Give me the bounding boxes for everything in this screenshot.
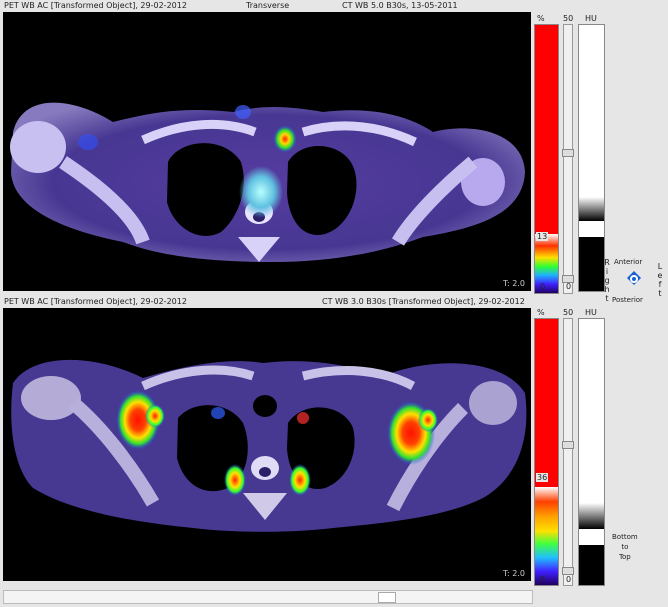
scrollbar-thumb[interactable]: [378, 592, 396, 603]
ct-hu-colorbar[interactable]: [578, 318, 605, 586]
pet-series-label: PET WB AC [Transformed Object], 29-02-20…: [4, 297, 187, 306]
pet-scale-unit: %: [537, 308, 545, 317]
slider-thumb[interactable]: [562, 149, 574, 157]
pet-colorbar[interactable]: [534, 24, 559, 294]
pet-scale-min: 0: [540, 282, 546, 291]
pet-threshold-value: 13: [536, 232, 549, 241]
fused-image-viewport-top[interactable]: T: 2.0: [3, 12, 531, 291]
pet-threshold-value: 36: [536, 473, 549, 482]
viewer-panel-top: PET WB AC [Transformed Object], 29-02-20…: [0, 0, 668, 296]
pet-window-slider[interactable]: [562, 24, 574, 294]
viewer-panel-bottom: PET WB AC [Transformed Object], 29-02-20…: [0, 296, 668, 588]
pet-window-slider[interactable]: [562, 318, 574, 586]
anterior-label: Anterior: [614, 258, 643, 266]
orientation-cube-icon[interactable]: [626, 270, 642, 286]
slider-min-label: 0: [566, 282, 572, 291]
slider-min-label: 0: [566, 575, 572, 584]
fused-pet-ct-image: [11, 359, 527, 532]
left-orientation-label: L e f t: [657, 262, 663, 298]
pet-colorbar[interactable]: [534, 318, 559, 586]
t-value-label: T: 2.0: [503, 569, 525, 578]
slider-thumb[interactable]: [562, 441, 574, 449]
slider-max-label: 50: [563, 14, 574, 23]
pet-series-label: PET WB AC [Transformed Object], 29-02-20…: [4, 1, 187, 10]
bottom-to-top-label: Bottom to Top: [612, 533, 638, 561]
ct-series-label: CT WB 5.0 B30s, 13-05-2011: [342, 1, 458, 10]
t-value-label: T: 2.0: [503, 279, 525, 288]
ct-series-label: CT WB 3.0 B30s [Transformed Object], 29-…: [322, 297, 525, 306]
ct-scale-unit: HU: [585, 14, 597, 23]
view-orientation-label: Transverse: [246, 1, 290, 10]
horizontal-scrollbar[interactable]: [3, 590, 533, 604]
pet-scale-unit: %: [537, 14, 545, 23]
pet-scale-min: 0: [540, 575, 546, 584]
slider-max-label: 50: [563, 308, 574, 317]
ct-hu-colorbar[interactable]: [578, 24, 605, 292]
fused-image-viewport-bottom[interactable]: T: 2.0: [3, 308, 531, 581]
slider-thumb[interactable]: [562, 567, 574, 575]
ct-scale-unit: HU: [585, 308, 597, 317]
fused-pet-ct-image: [10, 102, 525, 262]
